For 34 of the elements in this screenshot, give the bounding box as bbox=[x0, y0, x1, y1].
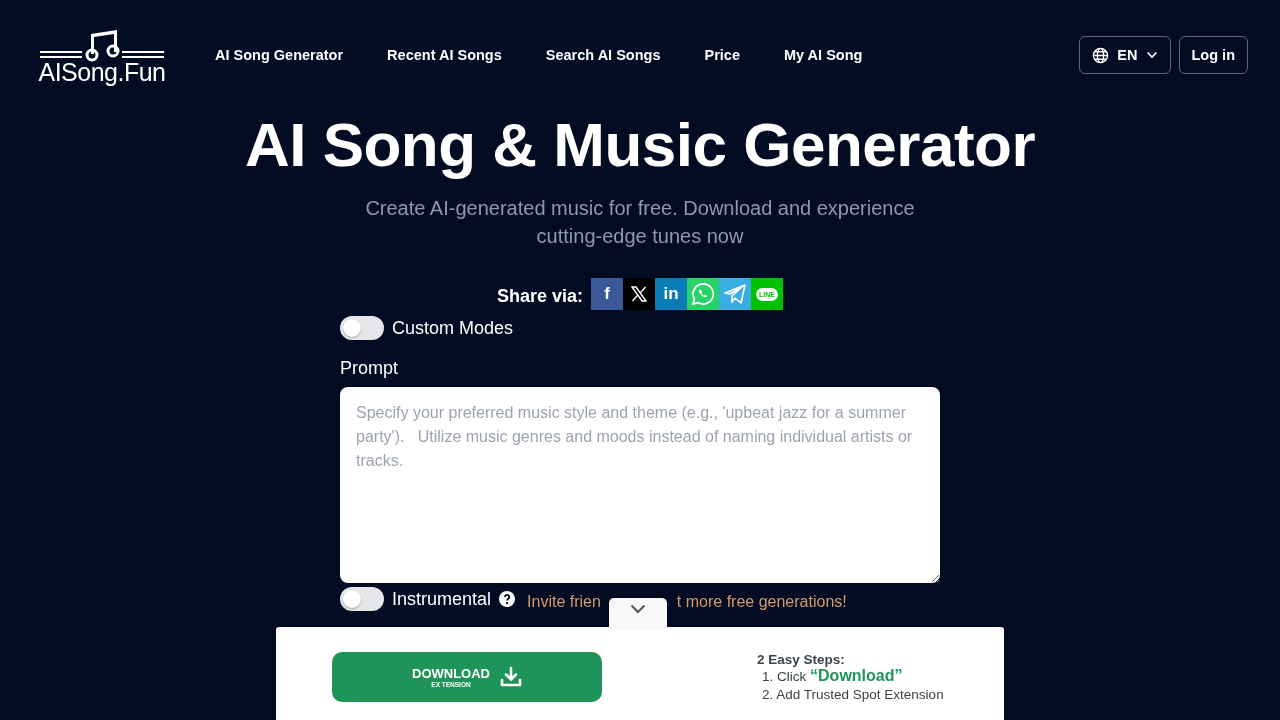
invite-text: Invite frien bbox=[527, 593, 601, 611]
step-text: 2. Add Trusted Spot Extension bbox=[762, 686, 944, 704]
download-icon bbox=[500, 666, 522, 688]
nav-link[interactable]: AI Song Generator bbox=[215, 47, 344, 63]
nav-link[interactable]: Recent AI Songs bbox=[387, 47, 502, 63]
login-button[interactable]: Log in bbox=[1178, 36, 1248, 74]
step-text: 1. Click “Download” bbox=[762, 667, 904, 686]
prompt-field[interactable]: Specify your preferred music style and theme (e.g., 'upbeat jazz for a summer party'). Utilize music genres and moods instead of naming individual artists or tracks. bbox=[340, 387, 940, 583]
language-button[interactable]: EN bbox=[1079, 36, 1171, 74]
globe-icon bbox=[1092, 46, 1110, 64]
share-button[interactable]: in bbox=[655, 278, 687, 310]
toggle-label: Instrumental bbox=[392, 588, 492, 610]
help-icon[interactable] bbox=[499, 591, 516, 607]
toggle-switch[interactable] bbox=[340, 587, 384, 611]
page-title: AI Song & Music Generator bbox=[244, 110, 1036, 180]
nav-link[interactable]: My AI Song bbox=[784, 47, 863, 63]
share-button[interactable]: f bbox=[591, 278, 623, 310]
nav-link[interactable]: Search AI Songs bbox=[545, 47, 661, 63]
paper-plane-icon bbox=[723, 283, 747, 305]
invite-text: t more free generations! bbox=[676, 593, 847, 611]
x-logo-icon bbox=[631, 286, 647, 302]
chevron-down-icon bbox=[630, 604, 646, 614]
logo-text[interactable]: AISong.Fun bbox=[38, 59, 166, 85]
phone-bubble-icon bbox=[691, 282, 715, 306]
steps-title: 2 Easy Steps: bbox=[757, 652, 846, 667]
collapse-tab[interactable] bbox=[609, 598, 667, 628]
share-label: Share via: bbox=[496, 285, 583, 307]
nav-link[interactable]: Price bbox=[704, 47, 740, 63]
field-label: Prompt bbox=[340, 358, 400, 379]
toggle-switch[interactable] bbox=[340, 316, 384, 340]
chevron-down-icon bbox=[1145, 51, 1158, 59]
toggle-label: Custom Modes bbox=[392, 317, 514, 339]
subtitle: Create AI-generated music for free. Download and experience cutting-edge tunes now bbox=[364, 196, 916, 249]
share-button[interactable] bbox=[623, 278, 655, 310]
